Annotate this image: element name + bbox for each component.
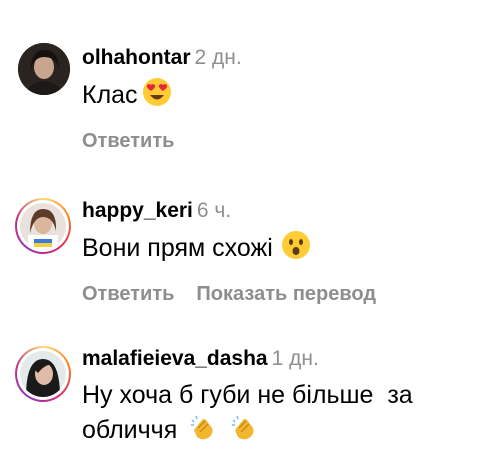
- comment-time: 1 дн.: [271, 347, 319, 370]
- avatar[interactable]: [15, 198, 71, 254]
- comment-username[interactable]: malafieieva_dasha: [82, 347, 268, 370]
- comment-text-line: Ну хоча б губи не більше за: [82, 381, 413, 409]
- comment-text-row: Клас: [82, 77, 490, 116]
- comment-username[interactable]: happy_keri: [82, 199, 193, 222]
- avatar-photo-icon: [20, 203, 66, 249]
- comment-text-row: Вони прям схожі: [82, 230, 490, 269]
- reply-button[interactable]: Ответить: [82, 130, 174, 152]
- surprised-emoji-icon: [281, 230, 311, 269]
- comment-actions: Ответить: [82, 130, 490, 153]
- comment-time: 2 дн.: [194, 46, 242, 69]
- show-translation-button[interactable]: Показать перевод: [196, 283, 376, 305]
- comment-text-line-row: обличчя: [82, 412, 490, 451]
- comment-text: Клас: [82, 81, 138, 110]
- comment-text: Вони прям схожі: [82, 234, 273, 263]
- heart-eyes-emoji-icon: [142, 77, 172, 116]
- avatar[interactable]: [18, 43, 70, 95]
- avatar-photo-icon: [18, 43, 70, 95]
- clapping-hands-emoji-icon: [229, 412, 259, 451]
- reply-button[interactable]: Ответить: [82, 283, 174, 305]
- comment-text-line: обличчя: [82, 416, 178, 445]
- avatar-photo-icon: [20, 351, 66, 397]
- avatar[interactable]: [15, 346, 71, 402]
- comment-text: Ну хоча б губи не більше за обличчя: [82, 378, 490, 451]
- clapping-hands-emoji-icon: [188, 412, 218, 451]
- comment-time: 6 ч.: [196, 199, 232, 222]
- comment-actions: Ответить Показать перевод: [82, 283, 490, 306]
- comment-username[interactable]: olhahontar: [82, 46, 191, 69]
